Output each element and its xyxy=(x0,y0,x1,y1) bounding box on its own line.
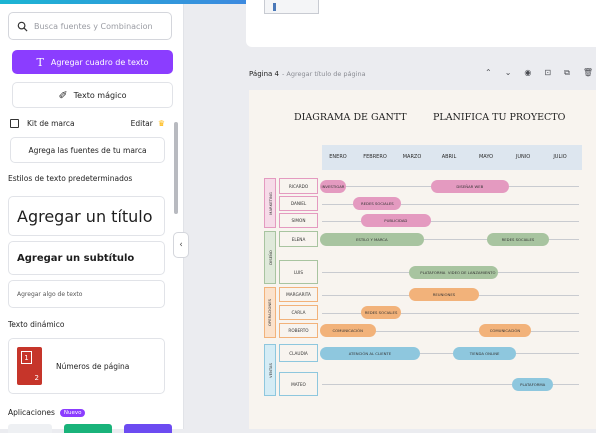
person-label: DANIEL xyxy=(279,196,318,211)
page-numbers-icon: 1 2 xyxy=(17,347,42,385)
magic-text-button[interactable]: ✐ Texto mágico xyxy=(12,82,173,108)
page-header: Página 4 - Agregar título de página ⌃ ⌄ … xyxy=(249,68,596,80)
add-brand-fonts-button[interactable]: Agrega las fuentes de tu marca xyxy=(10,137,165,163)
page-numbers-icon-digit-1: 1 xyxy=(21,351,32,364)
add-textbox-button[interactable]: T Agregar cuadro de texto xyxy=(12,50,173,74)
task-bar[interactable]: REUNIONES xyxy=(408,288,480,301)
task-bar[interactable]: ATENCIÓN AL CLIENTE xyxy=(320,346,420,360)
chevron-down-icon[interactable]: ⌄ xyxy=(505,68,512,78)
add-subtitle-label: Agregar un subtítulo xyxy=(17,252,135,264)
task-bar[interactable]: PUBLICIDAD xyxy=(360,214,431,227)
text-icon: T xyxy=(36,55,44,69)
page-title-input[interactable]: - Agregar título de página xyxy=(282,70,366,78)
brand-kit-icon xyxy=(10,118,19,128)
delete-page-icon[interactable]: 🗑 xyxy=(583,68,593,78)
brand-kit-edit-link[interactable]: Editar xyxy=(131,119,153,128)
magic-text-label: Texto mágico xyxy=(73,90,127,100)
add-subtitle-button[interactable]: Agregar un subtítulo xyxy=(8,241,165,275)
previous-page[interactable] xyxy=(246,0,596,47)
person-label: CLAUDIA xyxy=(279,344,318,362)
add-title-label: Agregar un título xyxy=(17,206,153,226)
task-bar[interactable]: REDES SOCIALES xyxy=(486,232,550,246)
gantt-page[interactable]: DIAGRAMA DE GANTT PLANIFICA TU PROYECTO … xyxy=(249,90,596,429)
hide-page-icon[interactable]: ◉ xyxy=(524,68,531,78)
apps-heading-row: Aplicaciones Nuevo xyxy=(8,408,86,417)
person-label: ROBERTO xyxy=(279,323,318,338)
task-bar[interactable]: REDES SOCIALES xyxy=(360,306,402,319)
previous-page-content xyxy=(264,0,319,14)
chevron-up-icon[interactable]: ⌃ xyxy=(485,68,492,78)
text-panel: Busca fuentes y Combinacion T Agregar cu… xyxy=(0,4,184,433)
lock-icon[interactable]: ⊡ xyxy=(544,68,551,78)
person-label: RICARDO xyxy=(279,178,318,194)
collapse-panel-button[interactable]: ‹ xyxy=(173,232,189,258)
group-label: MARKETING xyxy=(264,178,276,228)
add-brand-fonts-label: Agrega las fuentes de tu marca xyxy=(28,145,147,155)
person-label: LUIS xyxy=(279,260,318,284)
task-bar[interactable]: COMUNICACIÓN xyxy=(479,324,531,337)
task-bar[interactable]: ESTILO Y MARCA xyxy=(320,232,424,246)
task-bar[interactable]: REDES SOCIALES xyxy=(353,197,402,210)
search-icon xyxy=(17,21,28,32)
page-numbers-icon-digit-2: 2 xyxy=(34,374,39,382)
person-label: MATEO xyxy=(279,372,318,396)
person-label: MARGARITA xyxy=(279,287,318,302)
add-textbox-label: Agregar cuadro de texto xyxy=(50,57,149,67)
new-badge: Nuevo xyxy=(59,408,86,417)
search-placeholder: Busca fuentes y Combinacion xyxy=(34,21,153,31)
month-label: ABRIL xyxy=(441,154,457,160)
month-label: MAYO xyxy=(478,154,494,160)
task-bar[interactable]: INVESTIGAR xyxy=(320,179,346,193)
brand-kit-row: Kit de marca Editar ♛ xyxy=(10,116,165,130)
panel-scrollbar[interactable] xyxy=(174,122,178,214)
month-label: JULIO xyxy=(553,154,567,160)
duplicate-page-icon[interactable]: ⧉ xyxy=(564,68,570,78)
page-actions: ⌃ ⌄ ◉ ⊡ ⧉ 🗑 ⊞ xyxy=(485,68,596,78)
default-styles-heading: Estilos de texto predeterminados xyxy=(8,174,133,183)
month-label: MARZO xyxy=(402,154,422,160)
group-name: VENTAS xyxy=(267,362,273,378)
task-bar[interactable]: TIENDA ONLINE xyxy=(453,346,517,360)
task-bar[interactable]: VIDEO DE LANZAMIENTO xyxy=(445,265,498,279)
task-bar[interactable]: PLATAFORMA xyxy=(512,377,554,391)
person-label: SIMON xyxy=(279,213,318,228)
group-name: OPERACIONES xyxy=(267,298,273,327)
month-label: FEBRERO xyxy=(363,154,387,160)
task-bar[interactable]: DISEÑAR WEB xyxy=(431,179,509,193)
person-label: ELENA xyxy=(279,231,318,247)
group-name: DISEÑO xyxy=(267,250,273,265)
gantt-subtitle: PLANIFICA TU PROYECTO xyxy=(433,112,566,123)
chevron-left-icon: ‹ xyxy=(179,240,183,250)
add-body-label: Agregar algo de texto xyxy=(17,290,83,298)
task-bar[interactable]: COMUNICACIÓN xyxy=(320,324,376,337)
months-header: ENERO FEBRERO MARZO ABRIL MAYO JUNIO JULIO xyxy=(322,145,582,170)
month-label: JUNIO xyxy=(515,154,531,160)
group-label: VENTAS xyxy=(264,344,276,396)
gantt-title: DIAGRAMA DE GANTT xyxy=(294,112,407,123)
magic-wand-icon: ✐ xyxy=(58,88,68,102)
add-title-button[interactable]: Agregar un título xyxy=(8,196,165,236)
page-numbers-label: Números de página xyxy=(56,361,130,371)
apps-heading: Aplicaciones xyxy=(8,408,55,417)
person-label: CARLA xyxy=(279,305,318,320)
group-label: OPERACIONES xyxy=(264,287,276,338)
page-number-label: Página 4 xyxy=(249,70,279,78)
add-body-text-button[interactable]: Agregar algo de texto xyxy=(8,280,165,308)
group-label: DISEÑO xyxy=(264,231,276,284)
month-label: ENERO xyxy=(329,154,347,160)
search-input[interactable]: Busca fuentes y Combinacion xyxy=(8,12,172,40)
group-name: MARKETING xyxy=(267,191,273,215)
page-numbers-button[interactable]: 1 2 Números de página xyxy=(8,338,165,394)
brand-kit-label: Kit de marca xyxy=(27,118,75,128)
crown-icon: ♛ xyxy=(157,118,165,128)
dynamic-text-heading: Texto dinámico xyxy=(8,320,65,329)
